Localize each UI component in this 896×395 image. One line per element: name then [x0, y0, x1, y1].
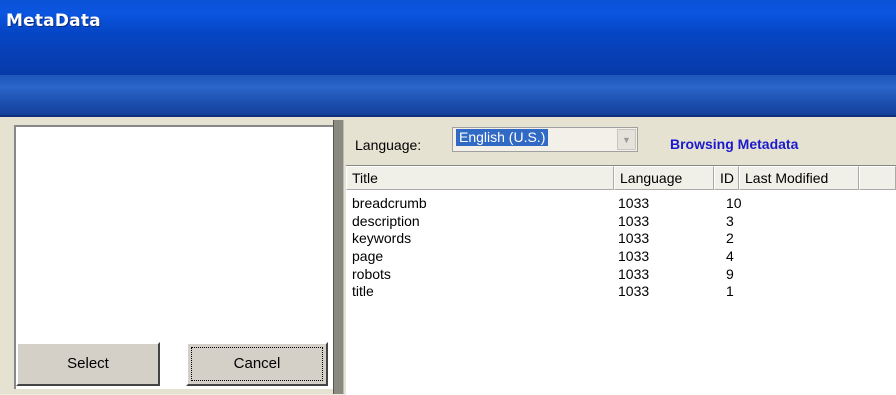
- toolbar-band: [0, 75, 896, 117]
- row-id: 9: [726, 265, 734, 282]
- row-id: 3: [726, 212, 734, 229]
- title-bar[interactable]: MetaData: [0, 0, 896, 75]
- splitter-handle[interactable]: [333, 120, 344, 394]
- row-id: 1: [726, 283, 734, 300]
- language-label: Language:: [355, 137, 422, 153]
- language-select-value: English (U.S.): [456, 129, 549, 146]
- cancel-button[interactable]: Cancel: [186, 342, 328, 386]
- dropdown-arrow-icon[interactable]: ▼: [617, 129, 636, 150]
- row-language: 1033: [618, 248, 650, 265]
- browsing-status: Browsing Metadata: [670, 136, 799, 152]
- row-language: 1033: [618, 283, 650, 300]
- row-title: description: [352, 212, 420, 229]
- row-id: 4: [726, 248, 734, 265]
- column-header-last-modified[interactable]: Last Modified: [739, 166, 859, 190]
- column-header-filler: [859, 166, 896, 190]
- row-title: robots: [352, 265, 391, 282]
- row-language: 1033: [618, 265, 650, 282]
- metadata-panel: Language: English (U.S.) ▼ Browsing Meta…: [344, 120, 896, 395]
- language-select[interactable]: English (U.S.) ▼: [452, 127, 638, 152]
- row-title: title: [352, 283, 374, 300]
- select-button-label: Select: [67, 355, 109, 372]
- row-language: 1033: [618, 195, 650, 211]
- row-title: keywords: [352, 230, 412, 247]
- cancel-button-label: Cancel: [233, 355, 281, 372]
- row-id: 2: [726, 230, 734, 247]
- select-button[interactable]: Select: [16, 342, 160, 386]
- window-title: MetaData: [6, 11, 101, 31]
- list-header: Title Language ID Last Modified: [346, 166, 896, 190]
- row-title: breadcrumb: [352, 195, 427, 211]
- column-header-title[interactable]: Title: [346, 166, 614, 190]
- row-language: 1033: [618, 230, 650, 247]
- row-id: 10: [726, 195, 742, 211]
- column-header-id[interactable]: ID: [714, 166, 739, 190]
- metadata-list[interactable]: Title Language ID Last Modified breadcru…: [346, 165, 896, 395]
- row-title: page: [352, 248, 384, 265]
- column-header-language[interactable]: Language: [614, 166, 714, 190]
- row-language: 1033: [618, 212, 650, 229]
